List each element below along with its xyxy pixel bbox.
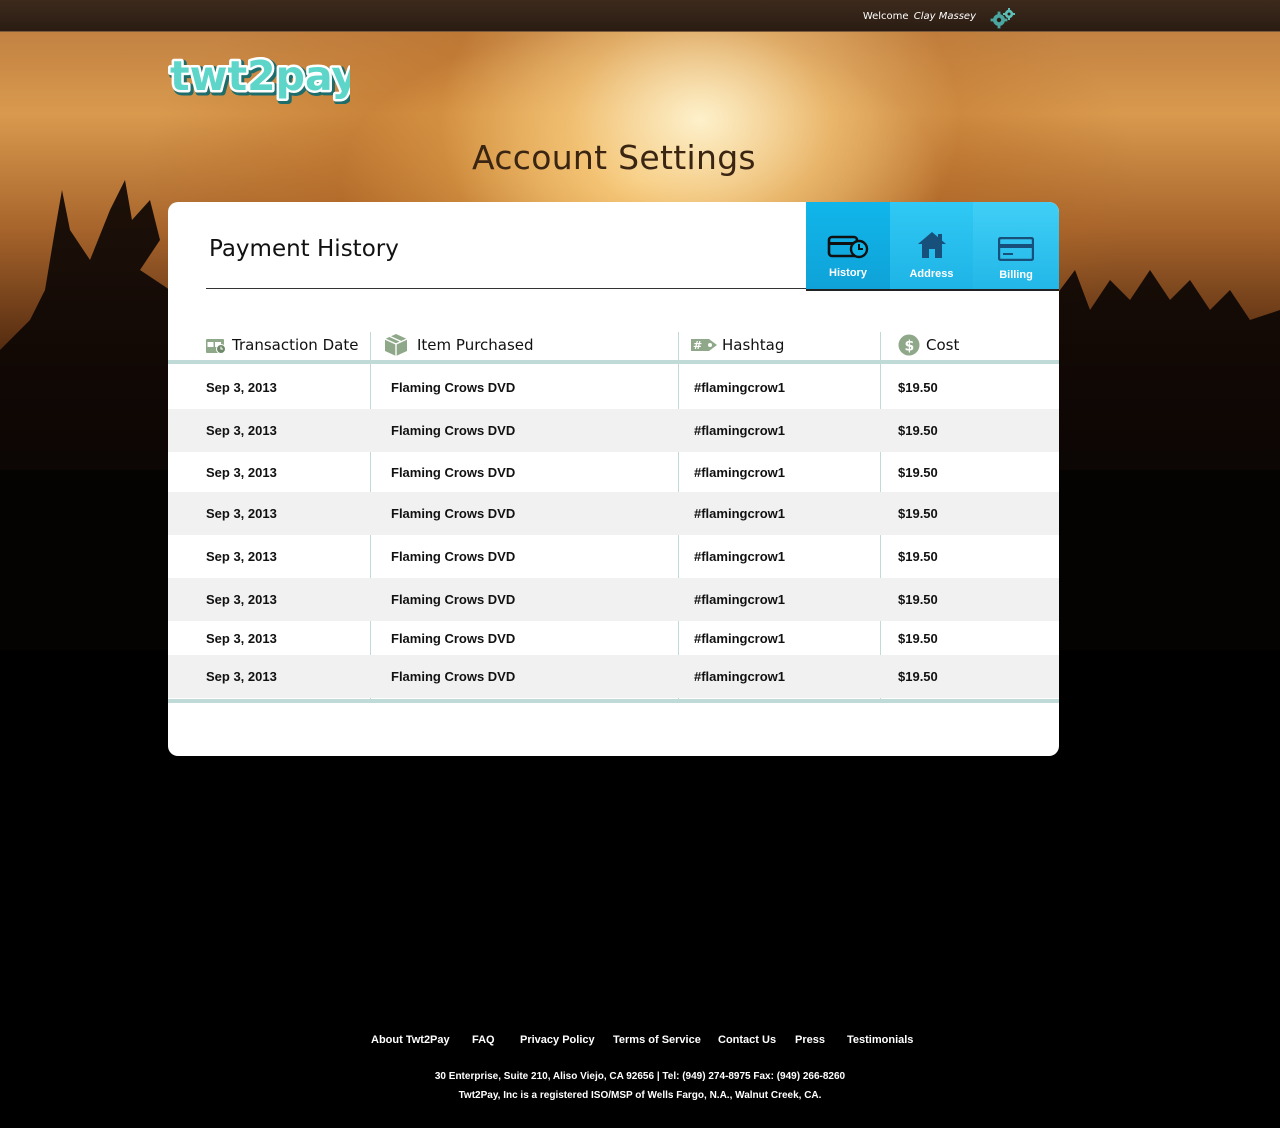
- cell-transaction-date: Sep 3, 2013: [206, 549, 277, 564]
- footer-link-contact[interactable]: Contact Us: [718, 1034, 776, 1046]
- cell-transaction-date: Sep 3, 2013: [206, 592, 277, 607]
- footer-link-terms[interactable]: Terms of Service: [613, 1034, 701, 1046]
- hashtag-tag-icon: #: [691, 339, 717, 352]
- svg-text:$: $: [905, 339, 915, 355]
- cell-hashtag: #flamingcrow1: [694, 506, 786, 521]
- cell-hashtag: #flamingcrow1: [694, 630, 786, 646]
- gear-icon[interactable]: [990, 7, 1016, 29]
- cell-hashtag: #flamingcrow1: [694, 464, 786, 480]
- table-row[interactable]: Sep 3, 2013 Flaming Crows DVD #flamingcrow…: [168, 409, 1059, 452]
- cell-transaction-date: Sep 3, 2013: [206, 423, 277, 438]
- footer-legal: Twt2Pay, Inc is a registered ISO/MSP of …: [458, 1090, 822, 1101]
- welcome-message: Welcome Clay Massey: [863, 11, 976, 22]
- cell-cost: $19.50: [898, 549, 938, 564]
- column-label: Hashtag: [722, 336, 785, 354]
- cell-hashtag: #flamingcrow1: [694, 592, 786, 607]
- footer-link-faq[interactable]: FAQ: [472, 1034, 495, 1046]
- cell-transaction-date: Sep 3, 2013: [206, 630, 277, 646]
- header-divider: [168, 360, 1059, 364]
- cell-cost: $19.50: [898, 630, 938, 646]
- cell-item-purchased: Flaming Crows DVD: [391, 549, 516, 564]
- svg-text:#: #: [693, 339, 702, 352]
- page-title: Account Settings: [472, 138, 756, 177]
- history-card-clock-icon: [827, 235, 869, 259]
- table-row[interactable]: Sep 3, 2013 Flaming Crows DVD #flamingcrow…: [168, 578, 1059, 621]
- column-label: Transaction Date: [232, 336, 359, 354]
- welcome-prefix: Welcome: [862, 11, 909, 22]
- tab-address-label: Address: [909, 268, 954, 280]
- settings-tabs: History Address Billing: [806, 202, 1059, 291]
- table-row[interactable]: Sep 3, 2013 Flaming Crows DVD #flamingcrow…: [168, 535, 1059, 578]
- table-row[interactable]: Sep 3, 2013 Flaming Crows DVD #flamingcrow…: [168, 452, 1059, 492]
- tab-billing[interactable]: Billing: [973, 202, 1059, 289]
- cell-transaction-date: Sep 3, 2013: [206, 464, 277, 480]
- tab-billing-label: Billing: [999, 269, 1033, 281]
- column-header-hashtag[interactable]: # Hashtag: [691, 328, 784, 362]
- payment-history-table: Transaction Date Item Purchased # Hashta…: [168, 328, 1059, 362]
- calendar-icon: [206, 338, 226, 354]
- cell-hashtag: #flamingcrow1: [694, 380, 786, 395]
- table-row[interactable]: Sep 3, 2013 Flaming Crows DVD #flamingcrow…: [168, 655, 1059, 698]
- cell-cost: $19.50: [898, 380, 938, 395]
- column-header-transaction-date[interactable]: Transaction Date: [206, 328, 358, 362]
- cell-item-purchased: Flaming Crows DVD: [391, 592, 516, 607]
- svg-text:twt2pay: twt2pay: [170, 52, 350, 100]
- cell-transaction-date: Sep 3, 2013: [206, 669, 277, 684]
- table-row[interactable]: Sep 3, 2013 Flaming Crows DVD #flamingcrow…: [168, 621, 1059, 655]
- section-title: Payment History: [209, 236, 399, 262]
- footer-link-press[interactable]: Press: [795, 1034, 825, 1046]
- table-bottom-divider: [168, 699, 1059, 703]
- cell-item-purchased: Flaming Crows DVD: [391, 630, 516, 646]
- cell-item-purchased: Flaming Crows DVD: [391, 380, 516, 395]
- tab-history[interactable]: History: [806, 202, 890, 289]
- top-bar: Welcome Clay Massey: [0, 0, 1280, 32]
- cell-hashtag: #flamingcrow1: [694, 549, 786, 564]
- cell-item-purchased: Flaming Crows DVD: [391, 506, 516, 521]
- cell-cost: $19.50: [898, 506, 938, 521]
- twt2pay-logo[interactable]: twt2pay twt2pay twt2pay: [168, 52, 350, 104]
- cell-cost: $19.50: [898, 669, 938, 684]
- column-label: Item Purchased: [417, 336, 534, 354]
- footer-link-testimonials[interactable]: Testimonials: [847, 1034, 913, 1046]
- tab-address[interactable]: Address: [890, 202, 973, 289]
- credit-card-icon: [998, 237, 1034, 261]
- cell-cost: $19.50: [898, 423, 938, 438]
- title-divider: [206, 288, 806, 289]
- dollar-coin-icon: $: [898, 334, 920, 356]
- cell-item-purchased: Flaming Crows DVD: [391, 423, 516, 438]
- column-header-cost[interactable]: $ Cost: [898, 328, 959, 362]
- cell-cost: $19.50: [898, 464, 938, 480]
- table-header: Transaction Date Item Purchased # Hashta…: [168, 328, 1059, 362]
- package-box-icon: [384, 334, 408, 356]
- footer-link-about[interactable]: About Twt2Pay: [371, 1034, 450, 1046]
- payment-history-panel: Payment History History Address Billing …: [168, 202, 1059, 756]
- cell-hashtag: #flamingcrow1: [694, 669, 786, 684]
- user-name-link[interactable]: Clay Massey: [914, 11, 976, 22]
- cell-cost: $19.50: [898, 592, 938, 607]
- table-row[interactable]: Sep 3, 2013 Flaming Crows DVD #flamingcrow…: [168, 366, 1059, 409]
- column-label: Cost: [926, 336, 960, 354]
- tab-history-label: History: [829, 267, 867, 279]
- column-header-item-purchased[interactable]: Item Purchased: [383, 328, 534, 362]
- cell-item-purchased: Flaming Crows DVD: [391, 669, 516, 684]
- cell-transaction-date: Sep 3, 2013: [206, 506, 277, 521]
- footer-address: 30 Enterprise, Suite 210, Aliso Viejo, C…: [434, 1071, 846, 1082]
- home-icon: [917, 232, 946, 258]
- footer-link-privacy[interactable]: Privacy Policy: [520, 1034, 595, 1046]
- cell-hashtag: #flamingcrow1: [694, 423, 786, 438]
- cell-transaction-date: Sep 3, 2013: [206, 380, 277, 395]
- table-row[interactable]: Sep 3, 2013 Flaming Crows DVD #flamingcrow…: [168, 492, 1059, 535]
- cell-item-purchased: Flaming Crows DVD: [391, 464, 516, 480]
